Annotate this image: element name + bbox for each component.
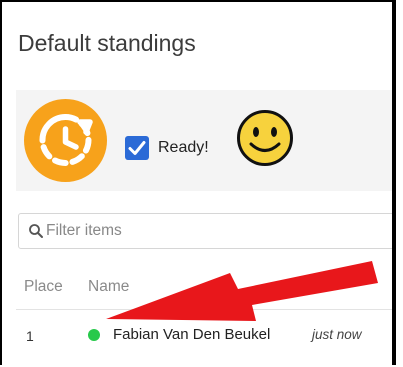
row-updated-time: just now — [312, 327, 362, 342]
row-player-name[interactable]: Fabian Van Den Beukel — [113, 326, 270, 343]
annotation-arrow — [106, 261, 378, 321]
filter-input[interactable] — [46, 217, 366, 245]
row-place: 1 — [26, 328, 34, 344]
ready-checkbox[interactable] — [125, 136, 149, 160]
column-header-place[interactable]: Place — [24, 278, 63, 296]
smiley-icon — [237, 110, 293, 166]
checkmark-icon — [128, 141, 146, 155]
search-icon — [29, 224, 43, 238]
online-status-dot — [88, 329, 100, 341]
page-title: Default standings — [18, 30, 196, 56]
clock-refresh-icon[interactable] — [24, 99, 107, 182]
column-header-name[interactable]: Name — [88, 278, 129, 296]
header-divider — [16, 309, 392, 310]
ready-label[interactable]: Ready! — [158, 139, 209, 157]
standings-window: Default standings Ready! Place Name 1 Fa… — [0, 0, 396, 365]
